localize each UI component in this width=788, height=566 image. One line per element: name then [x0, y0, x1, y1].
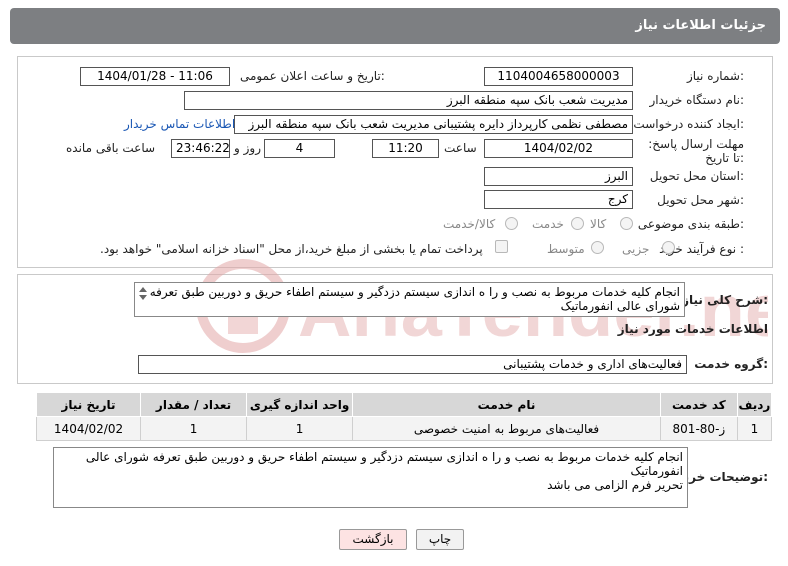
table-header-row: ردیف کد خدمت نام خدمت واحد اندازه گیری ت… — [35, 392, 773, 417]
cell-service-name: فعالیت‌های مربوط به امنیت خصوصی — [352, 416, 661, 441]
deadline-date-field[interactable]: 1404/02/02 — [484, 139, 633, 158]
buyer-org-label: نام دستگاه خریدار: — [649, 93, 745, 107]
city-label: شهر محل تحویل: — [657, 193, 744, 207]
category-option-goods: کالا — [590, 217, 607, 231]
payment-note: پرداخت تمام یا بخشی از مبلغ خرید،از محل … — [100, 242, 483, 256]
category-label: طبقه بندی موضوعی: — [637, 217, 744, 231]
requester-label: ایجاد کننده درخواست: — [633, 117, 744, 131]
summary-label: شرح کلی نیاز: — [682, 293, 768, 307]
remaining-label: ساعت باقی مانده — [66, 141, 156, 155]
province-label: استان محل تحویل: — [649, 169, 744, 183]
deadline-label: مهلت ارسال پاسخ: تا تاریخ: — [648, 137, 744, 165]
col-service-name: نام خدمت — [352, 392, 661, 417]
table-row[interactable]: 1 ز-80-801 فعالیت‌های مربوط به امنیت خصو… — [35, 416, 773, 441]
summary-textarea[interactable]: انجام کلیه خدمات مربوط به نصب و را ه اند… — [134, 282, 685, 317]
print-button[interactable]: چاپ — [416, 529, 464, 550]
contact-info-link[interactable]: اطلاعات تماس خریدار — [124, 117, 235, 131]
deadline-time-label: ساعت — [444, 141, 477, 155]
announce-datetime-field[interactable]: 1404/01/28 - 11:06 — [80, 67, 230, 86]
deadline-time-field[interactable]: 11:20 — [372, 139, 439, 158]
cell-quantity: 1 — [140, 416, 248, 441]
cell-service-code: ز-80-801 — [659, 416, 738, 441]
category-option-service: خدمت — [532, 217, 564, 231]
scroll-down-icon[interactable] — [139, 295, 147, 300]
requester-field[interactable]: مصطفی نظمی کارپرداز دایره پشتیبانی مدیری… — [234, 115, 633, 134]
cell-need-date: 1404/02/02 — [35, 416, 142, 441]
category-option-goods-service: کالا/خدمت — [443, 217, 496, 231]
summary-scrollbar[interactable] — [137, 285, 149, 313]
col-need-date: تاریخ نیاز — [35, 392, 142, 417]
buyer-org-field[interactable]: مدیریت شعب بانک سپه منطقه البرز — [184, 91, 633, 110]
col-service-code: کد خدمت — [659, 392, 738, 417]
process-radio-partial[interactable] — [662, 241, 675, 254]
province-field[interactable]: البرز — [484, 167, 633, 186]
city-field[interactable]: کرج — [484, 190, 633, 209]
page-title: جزئیات اطلاعات نیاز — [635, 18, 766, 33]
need-number-field[interactable]: 1104004658000003 — [484, 67, 633, 86]
category-radio-goods[interactable] — [620, 217, 633, 230]
treasury-payment-checkbox[interactable] — [495, 240, 508, 253]
category-radio-goods-service[interactable] — [505, 217, 518, 230]
col-row-number: ردیف — [736, 392, 773, 417]
cell-row-number: 1 — [736, 416, 773, 441]
services-table: ردیف کد خدمت نام خدمت واحد اندازه گیری ت… — [35, 392, 773, 441]
header-bar: جزئیات اطلاعات نیاز — [10, 8, 780, 44]
col-unit: واحد اندازه گیری — [246, 392, 354, 417]
need-number-label: شماره نیاز: — [686, 69, 744, 83]
process-radio-medium[interactable] — [591, 241, 604, 254]
back-button[interactable]: بازگشت — [339, 529, 407, 550]
service-group-field[interactable]: فعالیت‌های اداری و خدمات پشتیبانی — [138, 355, 687, 374]
days-label: روز و — [234, 141, 261, 155]
category-radio-service[interactable] — [571, 217, 584, 230]
process-option-medium: متوسط — [547, 242, 585, 256]
buyer-notes-textarea[interactable]: انجام کلیه خدمات مربوط به نصب و را ه اند… — [53, 447, 688, 508]
scroll-up-icon[interactable] — [139, 287, 147, 292]
service-group-label: گروه خدمت: — [694, 357, 768, 371]
announce-label: تاریخ و ساعت اعلان عمومی: — [240, 69, 385, 83]
process-option-partial: جزیی — [622, 242, 650, 256]
col-quantity: تعداد / مقدار — [140, 392, 248, 417]
remaining-time-field[interactable]: 23:46:22 — [171, 139, 230, 158]
days-remaining-field[interactable]: 4 — [264, 139, 335, 158]
cell-unit: 1 — [246, 416, 354, 441]
services-section-title: اطلاعات خدمات مورد نیاز — [617, 322, 768, 336]
